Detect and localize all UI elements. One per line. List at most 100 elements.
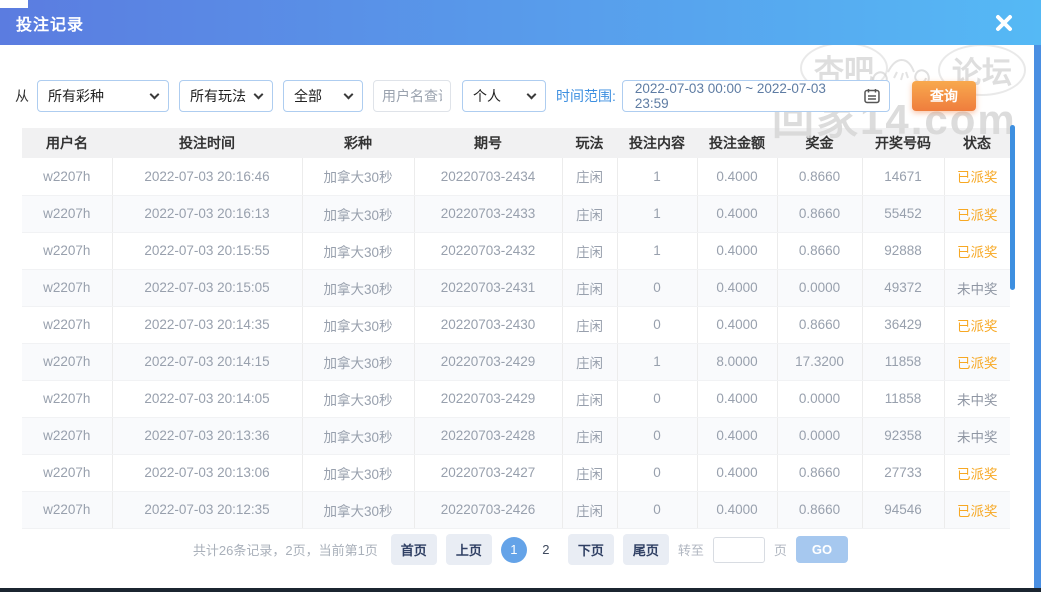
table-cell: 0.4000	[697, 232, 778, 270]
table-cell: 20220703-2432	[414, 232, 563, 270]
table-cell: 0.8660	[777, 195, 863, 233]
table-cell: 加拿大30秒	[302, 454, 415, 492]
table-cell: 0.4000	[697, 195, 778, 233]
page-1-button[interactable]: 1	[500, 536, 527, 563]
table-cell: 1	[617, 232, 698, 270]
table-cell: 1	[617, 158, 698, 196]
table-cell: 92358	[862, 417, 945, 455]
time-range-label: 时间范围:	[556, 88, 616, 104]
column-header: 期号	[414, 128, 562, 158]
table-cell: w2207h	[22, 195, 113, 233]
play-type-select[interactable]: 所有玩法	[179, 80, 273, 112]
right-scrollbar-track	[1034, 45, 1041, 589]
table-cell: w2207h	[22, 343, 113, 381]
table-cell: 0	[617, 417, 698, 455]
page-buttons: 12	[500, 536, 559, 563]
scrollbar-thumb[interactable]	[1010, 125, 1015, 290]
go-button[interactable]: GO	[795, 536, 849, 563]
table-cell: 0.4000	[697, 454, 778, 492]
prev-page-button[interactable]: 上页	[445, 534, 492, 565]
username-search-input[interactable]	[373, 80, 451, 112]
table-row: w2207h 2022-07-03 20:13:36 加拿大30秒 20220703-…	[22, 417, 1010, 455]
table-body: w2207h 2022-07-03 20:16:46 加拿大30秒 20220703-…	[22, 158, 1010, 529]
table-cell: 2022-07-03 20:15:55	[112, 232, 303, 270]
close-button[interactable]	[991, 10, 1017, 36]
first-page-button[interactable]: 首页	[390, 534, 437, 565]
table-cell: 0.4000	[697, 417, 778, 455]
table-cell: 庄闲	[562, 491, 618, 529]
table-cell: 0.4000	[697, 269, 778, 307]
table-cell: 庄闲	[562, 343, 618, 381]
table-cell: 加拿大30秒	[302, 269, 415, 307]
table-cell: 加拿大30秒	[302, 417, 415, 455]
status-cell: 已派奖	[944, 343, 1010, 381]
table-header-row: 用户名 投注时间 彩种 期号 玩法 投注内容 投注金额 奖金 开奖号码 状态	[22, 128, 1010, 158]
table-cell: 0.8660	[777, 232, 863, 270]
filter-bar: 从 所有彩种 所有玩法 全部 个人 时间范围: 2022-07-03 00:00…	[0, 80, 1041, 112]
table-cell: 0.0000	[777, 417, 863, 455]
next-page-button[interactable]: 下页	[567, 534, 614, 565]
status-cell: 未中奖	[944, 380, 1010, 418]
column-header: 投注内容	[617, 128, 697, 158]
table-cell: 加拿大30秒	[302, 306, 415, 344]
table-cell: w2207h	[22, 454, 113, 492]
table-cell: 加拿大30秒	[302, 158, 415, 196]
status-cell: 未中奖	[944, 417, 1010, 455]
table-cell: 0.4000	[697, 491, 778, 529]
column-header: 彩种	[302, 128, 414, 158]
chevron-down-icon	[526, 89, 537, 100]
table-cell: 8.0000	[697, 343, 778, 381]
table-row: w2207h 2022-07-03 20:15:05 加拿大30秒 20220703-…	[22, 269, 1010, 307]
table-cell: w2207h	[22, 417, 113, 455]
scope-select[interactable]: 个人	[462, 80, 546, 112]
table-cell: 2022-07-03 20:13:06	[112, 454, 303, 492]
table-cell: 14671	[862, 158, 945, 196]
table-cell: 庄闲	[562, 195, 618, 233]
calendar-icon	[864, 89, 880, 104]
modal-header: 投注记录	[0, 0, 1041, 45]
table-cell: w2207h	[22, 269, 113, 307]
time-range-input[interactable]: 2022-07-03 00:00 ~ 2022-07-03 23:59	[621, 80, 890, 112]
table-cell: 0.4000	[697, 306, 778, 344]
table-cell: 20220703-2429	[414, 380, 563, 418]
table-cell: 2022-07-03 20:14:15	[112, 343, 303, 381]
scope-value: 个人	[473, 88, 501, 104]
status-cell: 已派奖	[944, 454, 1010, 492]
table-cell: w2207h	[22, 232, 113, 270]
table-cell: 庄闲	[562, 269, 618, 307]
chevron-down-icon	[253, 89, 264, 100]
table-cell: 0	[617, 491, 698, 529]
table-cell: 庄闲	[562, 158, 618, 196]
table-cell: w2207h	[22, 158, 113, 196]
table-cell: 20220703-2430	[414, 306, 563, 344]
table-cell: 0.8660	[777, 454, 863, 492]
table-cell: 庄闲	[562, 380, 618, 418]
table-cell: w2207h	[22, 380, 113, 418]
table-cell: 0.0000	[777, 269, 863, 307]
table-cell: 55452	[862, 195, 945, 233]
table-cell: 0.8660	[777, 306, 863, 344]
table-cell: 0.4000	[697, 380, 778, 418]
column-header: 奖金	[777, 128, 862, 158]
table-cell: 27733	[862, 454, 945, 492]
status-cell: 未中奖	[944, 269, 1010, 307]
time-range-value: 2022-07-03 00:00 ~ 2022-07-03 23:59	[634, 81, 826, 111]
page-2-button[interactable]: 2	[533, 537, 559, 563]
column-header: 投注时间	[112, 128, 302, 158]
goto-page-input[interactable]	[712, 536, 765, 563]
play-type-value: 所有玩法	[190, 88, 246, 104]
status-cell: 已派奖	[944, 232, 1010, 270]
bet-records-table: 用户名 投注时间 彩种 期号 玩法 投注内容 投注金额 奖金 开奖号码 状态 w2207h 2022…	[22, 128, 1010, 529]
table-cell: w2207h	[22, 306, 113, 344]
status-filter-value: 全部	[294, 88, 322, 104]
table-cell: 0	[617, 306, 698, 344]
last-page-button[interactable]: 尾页	[622, 534, 669, 565]
status-filter-select[interactable]: 全部	[283, 80, 363, 112]
page-corner	[0, 0, 28, 8]
table-cell: 1	[617, 195, 698, 233]
table-cell: 加拿大30秒	[302, 343, 415, 381]
table-cell: 庄闲	[562, 306, 618, 344]
query-button[interactable]: 查询	[911, 81, 976, 111]
lottery-type-select[interactable]: 所有彩种	[37, 80, 169, 112]
table-cell: 20220703-2429	[414, 343, 563, 381]
